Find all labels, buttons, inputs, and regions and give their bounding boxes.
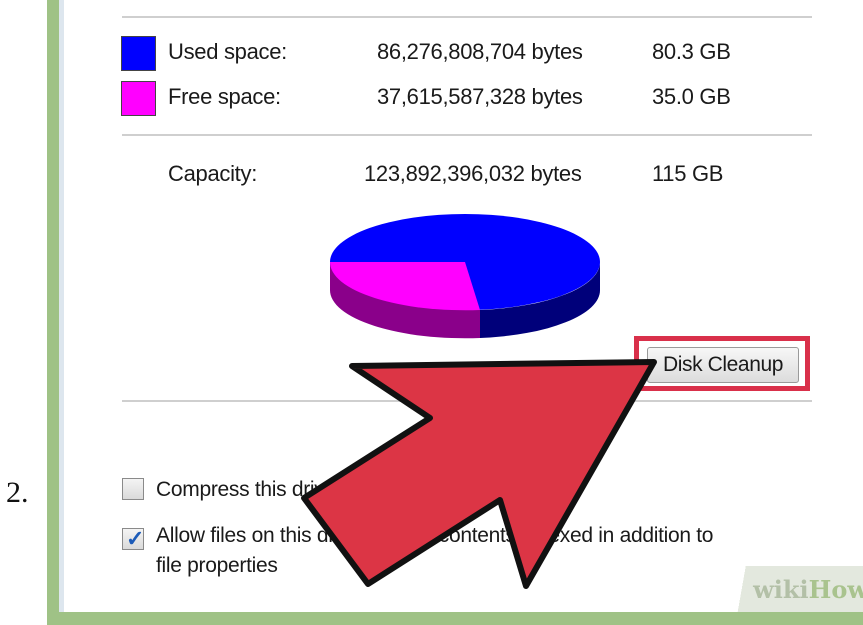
compress-checkbox[interactable] <box>122 478 144 500</box>
watermark-how: How <box>808 575 863 604</box>
pointer-arrow-icon <box>301 359 657 589</box>
used-space-swatch <box>121 36 156 71</box>
top-divider <box>122 16 812 18</box>
capacity-size: 115 GB <box>652 161 724 186</box>
used-space-size: 80.3 GB <box>652 39 731 64</box>
screenshot-frame: Used space: 86,276,808,704 bytes 80.3 GB… <box>47 0 863 625</box>
step-number: 2. <box>6 476 29 509</box>
capacity-bytes: 123,892,396,032 bytes <box>364 161 582 186</box>
checkmark-icon: ✓ <box>126 526 145 551</box>
used-space-label: Used space: <box>168 39 287 64</box>
middle-divider <box>122 134 812 136</box>
drive-properties-panel: Used space: 86,276,808,704 bytes 80.3 GB… <box>59 0 863 612</box>
free-space-label: Free space: <box>168 84 281 109</box>
capacity-label: Capacity: <box>168 161 258 186</box>
wikihow-watermark: wikiHow <box>728 566 863 612</box>
free-space-size: 35.0 GB <box>652 84 731 109</box>
index-option-label-line2: file properties <box>156 554 278 577</box>
free-space-swatch <box>121 81 156 116</box>
used-space-bytes: 86,276,808,704 bytes <box>377 39 583 64</box>
index-checkbox[interactable]: ✓ <box>122 526 145 551</box>
free-space-bytes: 37,615,587,328 bytes <box>377 84 583 109</box>
watermark-wiki: wiki <box>753 575 809 604</box>
disk-usage-pie-chart <box>329 214 601 339</box>
